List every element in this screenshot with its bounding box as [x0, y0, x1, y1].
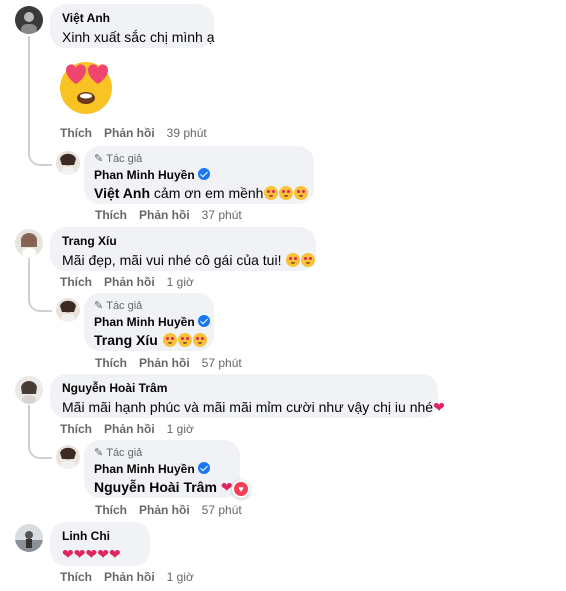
avatar[interactable] [15, 6, 43, 34]
reply-button[interactable]: Phản hồi [139, 356, 190, 370]
commenter-name[interactable]: Nguyễn Hoài Trâm [62, 381, 426, 395]
verified-badge-icon [197, 462, 210, 474]
kissing-emoji-icon [286, 253, 301, 267]
smiling-hearts-emoji-icon [177, 333, 192, 347]
mention-link[interactable]: Trang Xíu [94, 332, 158, 348]
like-button[interactable]: Thích [95, 503, 127, 517]
avatar[interactable] [15, 376, 43, 404]
avatar[interactable] [15, 524, 43, 552]
comment-time[interactable]: 57 phút [202, 503, 242, 517]
red-heart-icon: ❤ [73, 546, 86, 562]
red-heart-icon: ❤ [433, 399, 445, 415]
kissing-emoji-icon [301, 253, 316, 267]
red-heart-icon: ❤ [62, 546, 74, 562]
comment-time[interactable]: 57 phút [202, 356, 242, 370]
thread-connector [28, 405, 52, 459]
comment-text: Xinh xuất sắc chị mình ạ [62, 29, 215, 45]
reply-text: Nguyễn Hoài Trâm ❤ [94, 479, 233, 496]
comment-time[interactable]: 37 phút [202, 208, 242, 222]
commenter-name[interactable]: Phan Minh Huyền [94, 168, 304, 182]
pencil-icon: ✎ [94, 153, 104, 165]
smiling-hearts-emoji-icon [162, 333, 177, 347]
like-button[interactable]: Thích [60, 126, 92, 140]
comment-bubble: Linh Chi ❤❤❤❤❤ [50, 522, 150, 566]
avatar[interactable] [56, 151, 80, 175]
comment-bubble: Nguyễn Hoài Trâm Mãi mãi hạnh phúc và mã… [50, 374, 445, 418]
comment-text: ❤❤❤❤❤ [62, 546, 138, 563]
comment-text: Mãi mãi hạnh phúc và mãi mãi mỉm cười nh… [62, 399, 445, 415]
kissing-emoji-icon [279, 186, 294, 200]
like-button[interactable]: Thích [60, 422, 92, 436]
pencil-icon: ✎ [94, 300, 104, 312]
reply-bubble: ✎ Tác giả Phan Minh Huyền Trang Xíu [84, 293, 214, 351]
reply-actions: Thích Phản hồi 57 phút [95, 503, 242, 517]
mention-link[interactable]: Nguyễn Hoài Trâm [94, 479, 217, 495]
avatar[interactable] [56, 445, 80, 469]
thread-connector [28, 36, 52, 166]
love-reaction-icon[interactable]: ♥ [232, 480, 250, 498]
reply-bubble: ✎ Tác giả Phan Minh Huyền Nguyễn Hoài Tr… [84, 440, 240, 498]
commenter-name[interactable]: Phan Minh Huyền [94, 315, 210, 329]
comment-text: Mãi đẹp, mãi vui nhé cô gái của tui! [62, 252, 316, 268]
smiling-hearts-emoji-icon [192, 333, 207, 347]
reply-button[interactable]: Phản hồi [104, 275, 155, 289]
reply-bubble: ✎ Tác giả Phan Minh Huyền Việt Anh cảm ơ… [84, 146, 314, 204]
reply-text: Việt Anh cảm ơn em mềnh [94, 185, 309, 201]
like-button[interactable]: Thích [95, 208, 127, 222]
red-heart-icon: ❤ [108, 546, 121, 562]
reply-button[interactable]: Phản hồi [104, 570, 155, 584]
comment-actions: Thích Phản hồi 39 phút [60, 126, 207, 140]
like-button[interactable]: Thích [95, 356, 127, 370]
pencil-icon: ✎ [94, 447, 104, 459]
thread-connector [28, 258, 52, 312]
comment-time[interactable]: 1 giờ [167, 570, 194, 584]
reply-actions: Thích Phản hồi 37 phút [95, 208, 242, 222]
reply-actions: Thích Phản hồi 57 phút [95, 356, 242, 370]
red-heart-icon: ❤ [220, 479, 233, 495]
verified-badge-icon [197, 315, 210, 327]
commenter-name[interactable]: Linh Chi [62, 529, 138, 543]
comment-actions: Thích Phản hồi 1 giờ [60, 422, 194, 436]
comment-bubble: Trang Xíu Mãi đẹp, mãi vui nhé cô gái củ… [50, 227, 316, 271]
author-tag: ✎ Tác giả [94, 152, 143, 166]
red-heart-icon: ❤ [97, 546, 109, 562]
avatar[interactable] [56, 298, 80, 322]
commenter-name[interactable]: Trang Xíu [62, 234, 304, 248]
comment-actions: Thích Phản hồi 1 giờ [60, 275, 194, 289]
comment-time[interactable]: 39 phút [167, 126, 207, 140]
comment-time[interactable]: 1 giờ [167, 275, 194, 289]
author-tag: ✎ Tác giả [94, 446, 143, 460]
reply-button[interactable]: Phản hồi [104, 126, 155, 140]
like-button[interactable]: Thích [60, 570, 92, 584]
comment-actions: Thích Phản hồi 1 giờ [60, 570, 194, 584]
reply-button[interactable]: Phản hồi [139, 503, 190, 517]
commenter-name[interactable]: Việt Anh [62, 11, 202, 25]
avatar[interactable] [15, 229, 43, 257]
red-heart-icon: ❤ [85, 546, 98, 562]
reply-text: Trang Xíu [94, 332, 207, 348]
like-button[interactable]: Thích [60, 275, 92, 289]
mention-link[interactable]: Việt Anh [94, 185, 150, 201]
heart-eyes-emoji-sticker [56, 56, 116, 121]
commenter-name[interactable]: Phan Minh Huyền [94, 462, 230, 476]
kissing-emoji-icon [294, 186, 309, 200]
author-tag: ✎ Tác giả [94, 299, 143, 313]
comment-time[interactable]: 1 giờ [167, 422, 194, 436]
verified-badge-icon [197, 168, 210, 180]
comment-bubble: Việt Anh Xinh xuất sắc chị mình ạ [50, 4, 215, 48]
smiling-hearts-emoji-icon [264, 186, 279, 200]
reply-button[interactable]: Phản hồi [104, 422, 155, 436]
reply-button[interactable]: Phản hồi [139, 208, 190, 222]
